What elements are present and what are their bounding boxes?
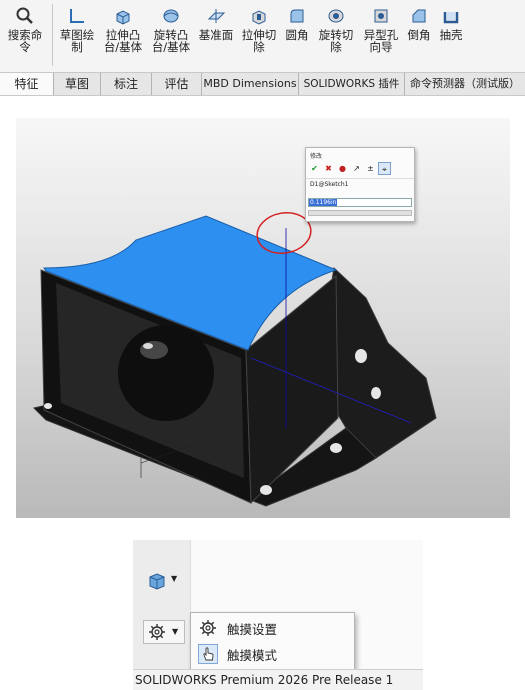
chevron-down-icon: ▼: [172, 627, 179, 636]
chevron-down-icon: ▼: [171, 574, 178, 583]
sketch-label: 草图绘 制: [59, 28, 95, 54]
modify-dimension-dialog: 修改 ✔ ✖ ● ↗ ± ⌖ D1@Sketch1 0.1196in: [305, 147, 415, 222]
revolved-boss-label: 旋转凸 台/基体: [151, 28, 191, 54]
menu-item-label: 触摸设置: [227, 621, 278, 637]
tab-mbd-dimensions[interactable]: MBD Dimensions: [202, 73, 299, 95]
shell-button[interactable]: 抽壳: [436, 0, 466, 70]
shell-icon: [440, 5, 462, 27]
mark-dimension-icon[interactable]: ±: [364, 162, 377, 175]
status-bar: SOLIDWORKS Premium 2026 Pre Release 1: [133, 669, 423, 690]
dimension-value-input[interactable]: 0.1196in: [308, 198, 412, 207]
search-icon: [14, 5, 36, 27]
modify-dialog-title: 修改: [310, 153, 323, 160]
extruded-cut-icon: [248, 5, 270, 27]
gear-icon: [148, 623, 166, 645]
hole-wizard-icon: [370, 5, 392, 27]
sketch-icon: [66, 5, 88, 27]
fillet-label: 圆角: [285, 28, 309, 42]
command-manager-tabs: 特征 草图 标注 评估 MBD Dimensions SOLIDWORKS 插件…: [0, 72, 525, 96]
tab-solidworks-addins[interactable]: SOLIDWORKS 插件: [299, 73, 405, 95]
chamfer-icon: [408, 5, 430, 27]
extruded-boss-label: 拉伸凸 台/基体: [103, 28, 143, 54]
search-commands-button[interactable]: 搜索命 令: [3, 0, 47, 70]
cube-icon: [147, 571, 167, 595]
graphics-area[interactable]: [16, 118, 510, 518]
fillet-icon: [286, 5, 308, 27]
chamfer-label: 倒角: [407, 28, 431, 42]
fillet-button[interactable]: 圆角: [282, 0, 312, 70]
reference-plane-icon: [205, 5, 227, 27]
tab-features[interactable]: 特征: [0, 73, 54, 95]
tab-markup[interactable]: 标注: [101, 73, 152, 95]
menu-item-touch-settings[interactable]: 触摸设置: [191, 616, 354, 640]
ribbon-separator: [52, 4, 53, 66]
rebuild-icon[interactable]: ●: [336, 162, 349, 175]
view-orientation-button[interactable]: ▼: [145, 570, 181, 592]
reference-plane-button[interactable]: 基准面: [196, 0, 236, 70]
settings-button[interactable]: ▼: [143, 620, 185, 644]
chamfer-button[interactable]: 倒角: [404, 0, 434, 70]
thumbwheel[interactable]: [308, 210, 412, 216]
extruded-boss-icon: [112, 5, 134, 27]
extruded-cut-label: 拉伸切 除: [241, 28, 277, 54]
vertical-toolbar: [133, 540, 191, 685]
revolved-cut-icon: [325, 5, 347, 27]
revolved-boss-button[interactable]: 旋转凸 台/基体: [148, 0, 194, 70]
reference-plane-label: 基准面: [198, 28, 234, 42]
revolved-boss-icon: [160, 5, 182, 27]
tab-command-predictor[interactable]: 命令预测器（测试版）: [405, 73, 525, 95]
reverse-icon[interactable]: ↗: [350, 162, 363, 175]
hole-wizard-label: 异型孔 向导: [363, 28, 399, 54]
menu-item-touch-mode[interactable]: 触摸模式: [191, 642, 354, 666]
revolved-cut-button[interactable]: 旋转切 除: [314, 0, 358, 70]
modify-dialog-toolbar: ✔ ✖ ● ↗ ± ⌖: [306, 160, 414, 176]
part-model: [33, 212, 437, 507]
touch-hand-icon: [198, 644, 218, 664]
touch-context-menu: 触摸设置 触摸模式: [190, 612, 355, 670]
menu-item-label: 触摸模式: [227, 647, 278, 663]
shell-label: 抽壳: [439, 28, 463, 42]
ok-check-icon[interactable]: ✔: [308, 162, 321, 175]
hole-wizard-button[interactable]: 异型孔 向导: [360, 0, 402, 70]
search-commands-label: 搜索命 令: [7, 28, 43, 54]
sketch-dimension-name: D1@Sketch1: [306, 178, 414, 190]
dimension-value-text: 0.1196in: [309, 199, 338, 206]
command-manager-ribbon: 搜索命 令 草图绘 制 拉伸凸 台/基体 旋转凸 台/基体 基准面 拉伸切 除: [0, 0, 525, 72]
pin-icon[interactable]: ⌖: [378, 161, 391, 175]
revolved-cut-label: 旋转切 除: [318, 28, 354, 54]
sketch-button[interactable]: 草图绘 制: [56, 0, 98, 70]
tab-sketch[interactable]: 草图: [54, 73, 101, 95]
cancel-x-icon[interactable]: ✖: [322, 162, 335, 175]
extruded-boss-button[interactable]: 拉伸凸 台/基体: [100, 0, 146, 70]
extruded-cut-button[interactable]: 拉伸切 除: [238, 0, 280, 70]
tab-evaluate[interactable]: 评估: [152, 73, 202, 95]
gear-icon: [198, 618, 218, 638]
